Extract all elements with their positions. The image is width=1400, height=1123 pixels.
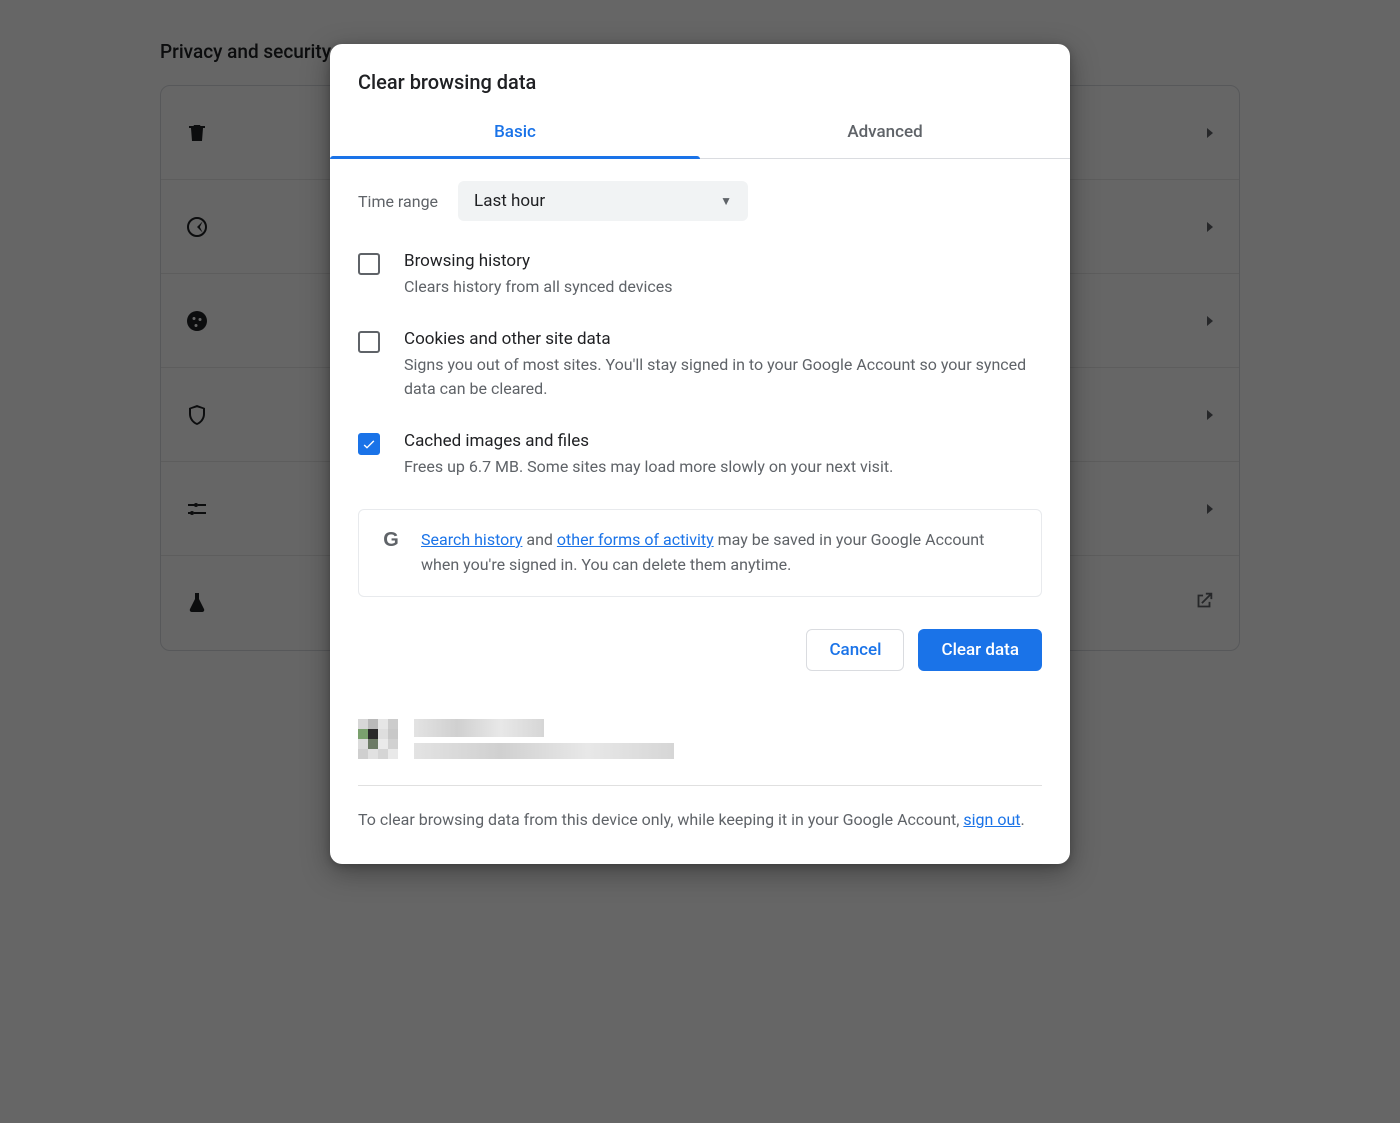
dialog-title: Clear browsing data [330, 44, 1070, 108]
info-text: Search history and other forms of activi… [421, 528, 1021, 578]
option-title: Browsing history [404, 251, 673, 271]
time-range-value: Last hour [474, 191, 545, 211]
option-cache: Cached images and files Frees up 6.7 MB.… [358, 431, 1042, 479]
dialog-actions: Cancel Clear data [330, 629, 1070, 699]
dialog-body: Time range Last hour ▼ Browsing history … [330, 159, 1070, 629]
link-sign-out[interactable]: sign out [963, 810, 1020, 829]
info-box: G Search history and other forms of acti… [358, 509, 1042, 597]
option-cookies: Cookies and other site data Signs you ou… [358, 329, 1042, 401]
link-search-history[interactable]: Search history [421, 530, 522, 549]
check-icon [361, 436, 377, 452]
google-g-icon: G [379, 528, 403, 552]
option-browsing-history: Browsing history Clears history from all… [358, 251, 1042, 299]
option-desc: Clears history from all synced devices [404, 275, 673, 299]
time-range-select[interactable]: Last hour ▼ [458, 181, 748, 221]
caret-down-icon: ▼ [720, 194, 732, 208]
pixelated-avatar [358, 719, 398, 759]
cancel-button[interactable]: Cancel [806, 629, 904, 671]
time-range-row: Time range Last hour ▼ [358, 181, 1042, 221]
link-other-activity[interactable]: other forms of activity [557, 530, 714, 549]
checkbox-cookies[interactable] [358, 331, 380, 353]
option-desc: Signs you out of most sites. You'll stay… [404, 353, 1042, 401]
pixelated-account-text [414, 719, 1042, 759]
option-title: Cookies and other site data [404, 329, 1042, 349]
account-section [330, 699, 1070, 767]
checkbox-cache[interactable] [358, 433, 380, 455]
clear-data-button[interactable]: Clear data [918, 629, 1042, 671]
clear-browsing-data-dialog: Clear browsing data Basic Advanced Time … [330, 44, 1070, 864]
time-range-label: Time range [358, 192, 438, 211]
checkbox-browsing-history[interactable] [358, 253, 380, 275]
tab-advanced[interactable]: Advanced [700, 108, 1070, 158]
option-desc: Frees up 6.7 MB. Some sites may load mor… [404, 455, 893, 479]
footer-note: To clear browsing data from this device … [330, 786, 1070, 865]
tab-basic[interactable]: Basic [330, 108, 700, 158]
option-title: Cached images and files [404, 431, 893, 451]
dialog-tabs: Basic Advanced [330, 108, 1070, 159]
